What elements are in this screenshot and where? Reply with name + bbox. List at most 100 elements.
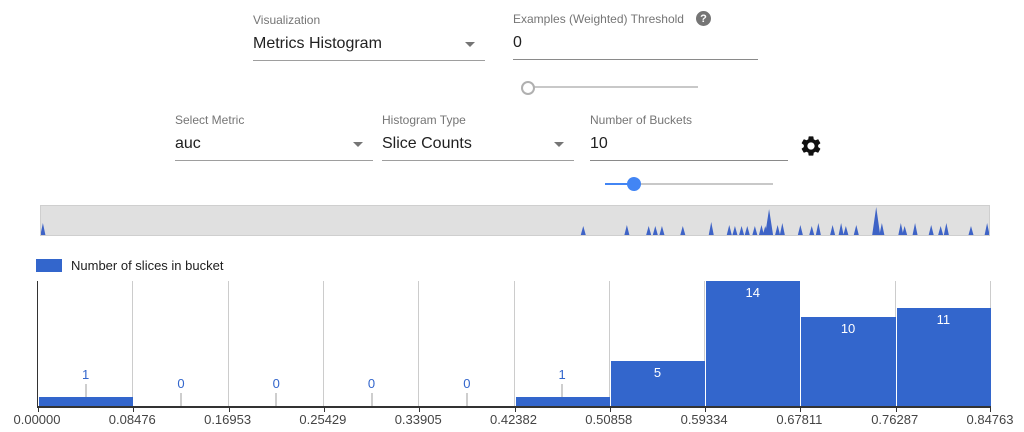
histogram-type-label: Histogram Type xyxy=(382,113,574,127)
x-tick-label: 0.42382 xyxy=(490,412,537,427)
slice-spike xyxy=(944,223,949,235)
slice-spike xyxy=(680,226,685,235)
bar-value-label: 0 xyxy=(273,376,280,391)
buckets-field[interactable]: Number of Buckets 10 xyxy=(590,113,788,161)
bar-value-label: 0 xyxy=(368,376,375,391)
help-icon[interactable]: ? xyxy=(696,11,711,26)
slice-spike xyxy=(624,225,629,235)
bar-value-label: 0 xyxy=(463,376,470,391)
legend-color-swatch xyxy=(36,259,62,272)
chart-legend: Number of slices in bucket xyxy=(36,258,223,273)
annotation-stem xyxy=(276,393,277,406)
slice-spike xyxy=(646,226,651,235)
metric-dropdown[interactable]: Select Metric auc xyxy=(175,113,373,161)
buckets-label: Number of Buckets xyxy=(590,113,788,127)
slice-spike xyxy=(798,225,803,235)
slice-spike xyxy=(938,226,943,235)
metric-label: Select Metric xyxy=(175,113,373,127)
x-tick-label: 0.33905 xyxy=(395,412,442,427)
annotation-stem xyxy=(85,384,86,397)
gridline xyxy=(132,281,133,406)
buckets-value-text: 10 xyxy=(590,135,608,152)
histogram-bar[interactable] xyxy=(516,397,610,406)
buckets-slider[interactable] xyxy=(605,177,773,191)
metric-value-text: auc xyxy=(175,135,201,152)
gear-icon xyxy=(799,134,823,158)
visualization-value-text: Metrics Histogram xyxy=(253,35,382,52)
threshold-slider-knob[interactable] xyxy=(521,81,535,95)
x-tick-label: 0.08476 xyxy=(109,412,156,427)
slice-spike xyxy=(41,223,45,235)
visualization-value[interactable]: Metrics Histogram xyxy=(253,35,485,61)
slice-spike xyxy=(659,226,664,235)
slice-spike xyxy=(780,223,785,235)
x-tick-label: 0.76287 xyxy=(871,412,918,427)
x-tick-label: 0.16953 xyxy=(204,412,251,427)
x-tick-label: 0.59334 xyxy=(681,412,728,427)
slice-spike xyxy=(839,223,844,235)
slice-spike xyxy=(739,226,744,235)
bar-value-label: 1 xyxy=(559,367,566,382)
histogram-type-label-text: Histogram Type xyxy=(382,113,466,127)
slice-spike xyxy=(843,226,848,235)
threshold-field[interactable]: Examples (Weighted) Threshold ? 0 xyxy=(513,11,758,60)
bar-value-label: 14 xyxy=(746,285,760,300)
slice-spike xyxy=(913,223,918,235)
slice-spike xyxy=(879,223,884,235)
slice-spike xyxy=(809,226,814,235)
slice-spike xyxy=(653,226,658,235)
gridline xyxy=(514,281,515,406)
annotation-stem xyxy=(371,393,372,406)
slice-spike xyxy=(765,209,773,235)
slice-spike xyxy=(775,225,780,235)
slice-spike xyxy=(854,225,859,235)
visualization-dropdown[interactable]: Visualization Metrics Histogram xyxy=(253,13,485,61)
x-tick-label: 0.84763 xyxy=(967,412,1014,427)
slice-spike xyxy=(830,225,835,235)
slice-spike xyxy=(816,223,821,235)
histogram-type-value[interactable]: Slice Counts xyxy=(382,135,574,161)
histogram-bar[interactable] xyxy=(39,397,133,406)
metric-label-text: Select Metric xyxy=(175,113,244,127)
buckets-input[interactable]: 10 xyxy=(590,135,788,161)
x-tick-label: 0.25429 xyxy=(299,412,346,427)
slice-spike xyxy=(745,226,750,235)
threshold-slider[interactable] xyxy=(528,80,698,94)
histogram-plot: 1000015141011 xyxy=(37,281,991,408)
threshold-label: Examples (Weighted) Threshold ? xyxy=(513,11,758,26)
histogram-type-value-text: Slice Counts xyxy=(382,135,472,152)
metric-value[interactable]: auc xyxy=(175,135,373,161)
x-tick-label: 0.67811 xyxy=(776,412,822,427)
slice-spike xyxy=(727,225,732,235)
histogram-type-dropdown[interactable]: Histogram Type Slice Counts xyxy=(382,113,574,161)
gridline xyxy=(228,281,229,406)
threshold-slider-track[interactable] xyxy=(528,86,698,88)
chevron-down-icon xyxy=(353,142,363,147)
x-tick-label: 0.50858 xyxy=(585,412,632,427)
gridline xyxy=(323,281,324,406)
threshold-input[interactable]: 0 xyxy=(513,34,758,60)
settings-button[interactable] xyxy=(799,134,823,158)
slice-spike xyxy=(898,223,903,235)
slice-overview-strip[interactable] xyxy=(40,205,990,236)
annotation-stem xyxy=(466,393,467,406)
slice-spike xyxy=(872,207,880,235)
slice-spike xyxy=(985,223,989,235)
visualization-label: Visualization xyxy=(253,13,485,27)
gridline xyxy=(609,281,610,406)
gridline xyxy=(418,281,419,406)
chevron-down-icon xyxy=(465,42,475,47)
slice-spike xyxy=(902,226,907,235)
buckets-slider-knob[interactable] xyxy=(627,177,641,191)
bar-value-label: 0 xyxy=(177,376,184,391)
visualization-label-text: Visualization xyxy=(253,13,320,27)
threshold-value-text: 0 xyxy=(513,34,522,51)
slice-spike xyxy=(752,226,757,235)
legend-label: Number of slices in bucket xyxy=(71,258,223,273)
slice-spike xyxy=(929,225,934,235)
slice-spike xyxy=(732,226,737,235)
x-axis-labels: 0.000000.084760.169530.254290.339050.423… xyxy=(37,412,990,428)
annotation-stem xyxy=(562,384,563,397)
buckets-label-text: Number of Buckets xyxy=(590,113,692,127)
bar-value-label: 5 xyxy=(654,365,661,380)
